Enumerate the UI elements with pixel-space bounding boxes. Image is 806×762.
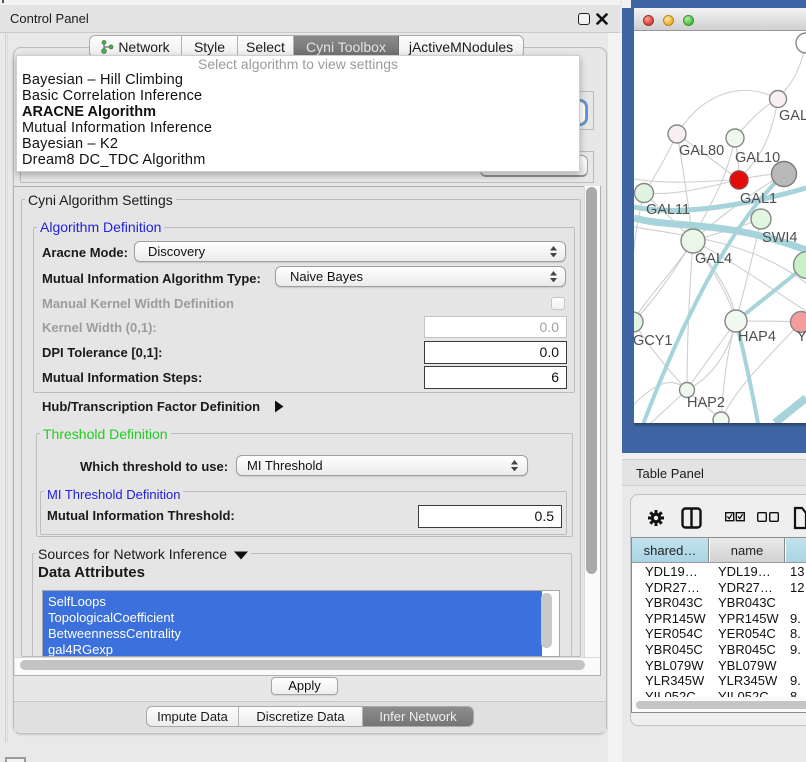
svg-text:Y: Y xyxy=(797,329,806,345)
svg-text:HAP2: HAP2 xyxy=(687,395,725,411)
svg-text:HAP4: HAP4 xyxy=(738,329,776,345)
svg-text:GAL: GAL xyxy=(779,108,806,124)
svg-text:GAL1: GAL1 xyxy=(740,191,777,207)
svg-text:GAL80: GAL80 xyxy=(679,143,724,159)
svg-text:SWI4: SWI4 xyxy=(762,230,797,246)
svg-text:GAL10: GAL10 xyxy=(735,150,780,166)
svg-text:GCY1: GCY1 xyxy=(634,333,673,349)
svg-text:GAL11: GAL11 xyxy=(646,202,690,218)
svg-text:GAL4: GAL4 xyxy=(695,251,732,267)
